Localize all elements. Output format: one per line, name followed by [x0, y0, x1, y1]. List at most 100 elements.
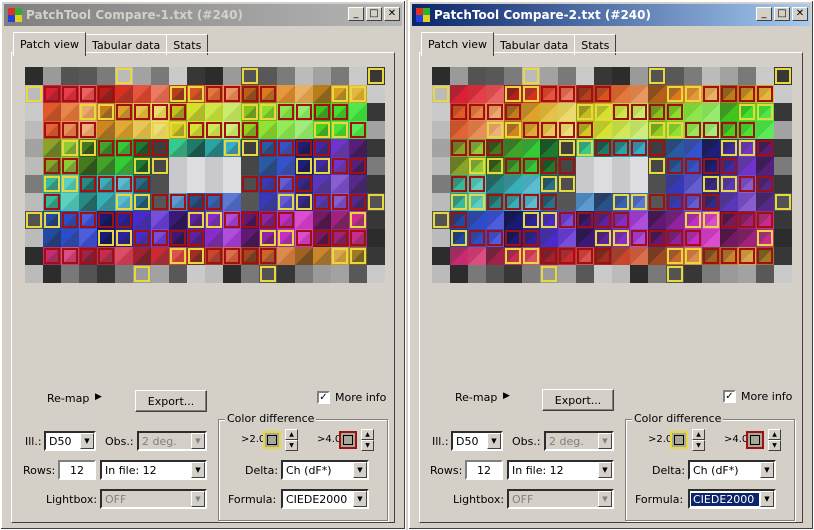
color-patch[interactable]: [349, 103, 367, 121]
color-patch[interactable]: [205, 103, 223, 121]
color-patch[interactable]: [349, 175, 367, 193]
color-patch[interactable]: [522, 193, 540, 211]
color-patch[interactable]: [277, 139, 295, 157]
color-patch[interactable]: [349, 193, 367, 211]
color-patch[interactable]: [594, 211, 612, 229]
color-patch[interactable]: [558, 193, 576, 211]
color-patch[interactable]: [241, 211, 259, 229]
color-patch[interactable]: [468, 265, 486, 283]
color-patch[interactable]: [295, 265, 313, 283]
color-patch[interactable]: [313, 103, 331, 121]
color-patch[interactable]: [133, 85, 151, 103]
color-patch[interactable]: [25, 175, 43, 193]
color-patch[interactable]: [349, 67, 367, 85]
color-patch[interactable]: [25, 121, 43, 139]
color-patch[interactable]: [720, 229, 738, 247]
color-patch[interactable]: [349, 121, 367, 139]
color-patch[interactable]: [666, 247, 684, 265]
more-info-checkbox[interactable]: ✓: [723, 390, 736, 403]
color-patch[interactable]: [97, 265, 115, 283]
color-patch[interactable]: [666, 229, 684, 247]
color-patch[interactable]: [486, 85, 504, 103]
color-patch[interactable]: [648, 265, 666, 283]
color-patch[interactable]: [630, 193, 648, 211]
tab-patch-view[interactable]: Patch view: [13, 32, 87, 56]
remap-label[interactable]: Re-map: [455, 391, 497, 404]
color-patch[interactable]: [648, 103, 666, 121]
color-patch[interactable]: [367, 85, 385, 103]
color-patch[interactable]: [594, 103, 612, 121]
color-patch[interactable]: [630, 265, 648, 283]
color-patch[interactable]: [594, 175, 612, 193]
color-patch[interactable]: [169, 175, 187, 193]
color-patch[interactable]: [576, 175, 594, 193]
color-patch[interactable]: [594, 157, 612, 175]
color-patch[interactable]: [450, 265, 468, 283]
color-patch[interactable]: [432, 157, 450, 175]
color-patch[interactable]: [61, 67, 79, 85]
color-patch[interactable]: [205, 175, 223, 193]
color-patch[interactable]: [259, 193, 277, 211]
illuminant-select[interactable]: D50 ▼: [451, 431, 503, 451]
color-patch[interactable]: [187, 67, 205, 85]
color-patch[interactable]: [223, 211, 241, 229]
color-patch[interactable]: [738, 193, 756, 211]
color-patch[interactable]: [594, 67, 612, 85]
color-patch[interactable]: [331, 175, 349, 193]
color-patch[interactable]: [79, 229, 97, 247]
color-patch[interactable]: [43, 247, 61, 265]
color-patch[interactable]: [313, 229, 331, 247]
color-patch[interactable]: [558, 229, 576, 247]
color-patch[interactable]: [259, 139, 277, 157]
color-patch[interactable]: [540, 193, 558, 211]
threshold-low-swatch[interactable]: [670, 431, 688, 449]
color-patch[interactable]: [720, 139, 738, 157]
color-patch[interactable]: [151, 157, 169, 175]
color-patch[interactable]: [169, 103, 187, 121]
color-patch[interactable]: [115, 139, 133, 157]
color-patch[interactable]: [97, 175, 115, 193]
color-patch[interactable]: [702, 139, 720, 157]
color-patch[interactable]: [432, 193, 450, 211]
color-patch[interactable]: [313, 247, 331, 265]
color-patch[interactable]: [648, 139, 666, 157]
color-patch[interactable]: [97, 229, 115, 247]
color-patch[interactable]: [367, 193, 385, 211]
color-patch[interactable]: [295, 85, 313, 103]
color-patch[interactable]: [468, 157, 486, 175]
threshold-low-spinner[interactable]: ▲ ▼: [692, 429, 705, 451]
color-patch[interactable]: [241, 139, 259, 157]
color-patch[interactable]: [594, 121, 612, 139]
color-patch[interactable]: [720, 265, 738, 283]
color-patch[interactable]: [666, 67, 684, 85]
color-patch[interactable]: [486, 139, 504, 157]
color-patch[interactable]: [133, 211, 151, 229]
color-patch[interactable]: [313, 265, 331, 283]
color-patch[interactable]: [540, 265, 558, 283]
color-patch[interactable]: [187, 211, 205, 229]
color-patch[interactable]: [756, 175, 774, 193]
color-patch[interactable]: [79, 85, 97, 103]
color-patch[interactable]: [702, 193, 720, 211]
color-patch[interactable]: [486, 103, 504, 121]
color-patch[interactable]: [169, 85, 187, 103]
color-patch[interactable]: [684, 193, 702, 211]
color-patch[interactable]: [115, 67, 133, 85]
color-patch[interactable]: [97, 157, 115, 175]
color-patch[interactable]: [205, 157, 223, 175]
color-patch[interactable]: [115, 157, 133, 175]
color-patch[interactable]: [558, 121, 576, 139]
color-patch[interactable]: [720, 175, 738, 193]
color-patch[interactable]: [630, 103, 648, 121]
minimize-icon[interactable]: _: [756, 7, 772, 21]
color-patch[interactable]: [594, 193, 612, 211]
color-patch[interactable]: [295, 175, 313, 193]
color-patch[interactable]: [468, 67, 486, 85]
color-patch[interactable]: [79, 157, 97, 175]
color-patch[interactable]: [522, 157, 540, 175]
color-patch[interactable]: [684, 175, 702, 193]
color-patch[interactable]: [151, 103, 169, 121]
color-patch[interactable]: [756, 229, 774, 247]
color-patch[interactable]: [486, 265, 504, 283]
color-patch[interactable]: [468, 175, 486, 193]
